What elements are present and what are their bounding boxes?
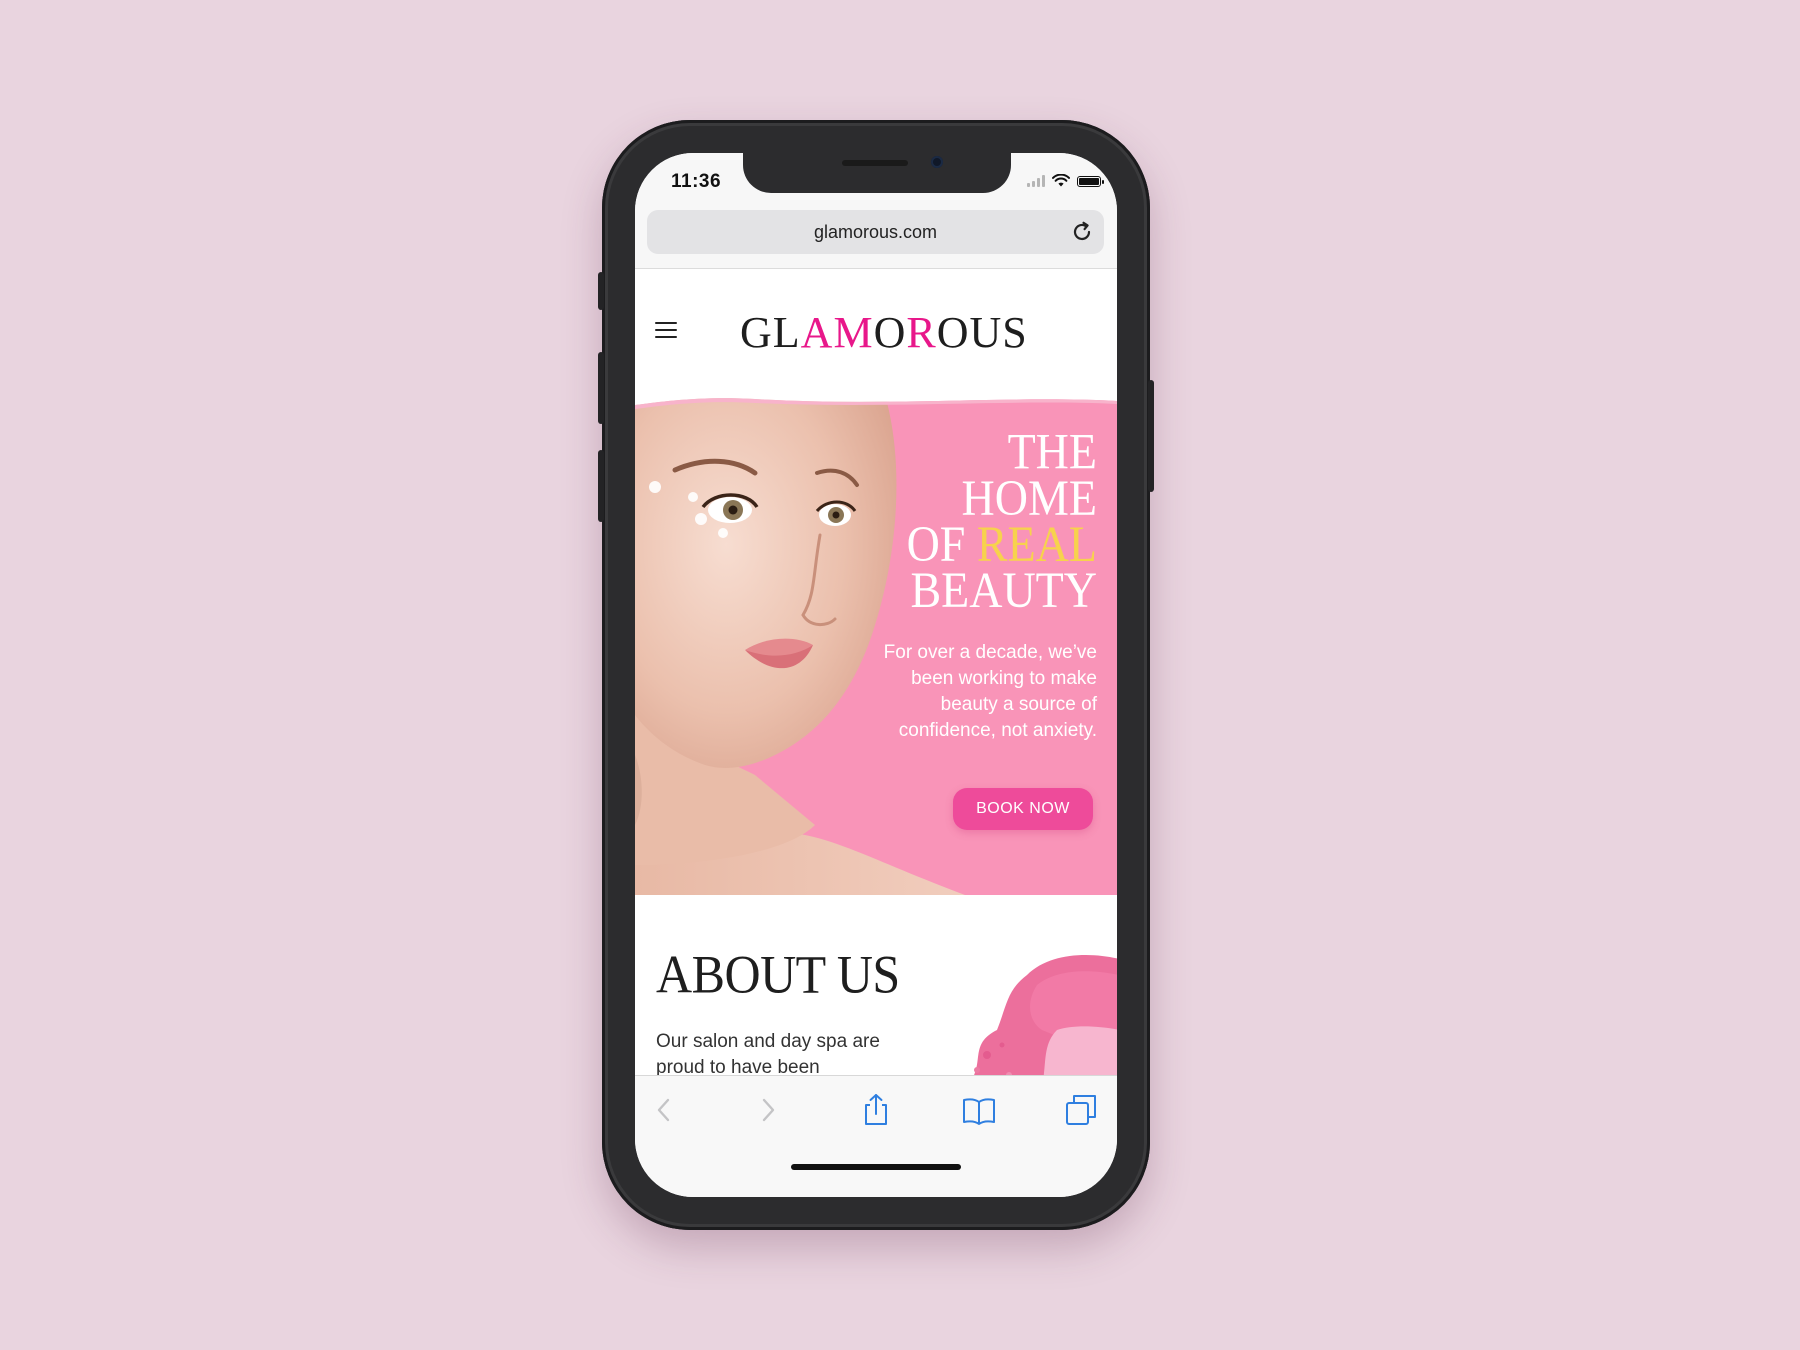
about-title: ABOUT US bbox=[656, 944, 900, 1005]
reload-icon[interactable] bbox=[1070, 220, 1094, 244]
share-icon[interactable] bbox=[858, 1092, 894, 1128]
phone-frame: 11:36 glamorous.com GLAMOROUS THE HOME O… bbox=[598, 120, 1154, 1230]
status-icons bbox=[1027, 173, 1104, 187]
volume-down-button bbox=[598, 450, 604, 522]
browser-address-area: glamorous.com bbox=[635, 208, 1117, 269]
chevron-right-icon[interactable] bbox=[750, 1092, 786, 1128]
front-camera bbox=[931, 156, 943, 168]
book-icon[interactable] bbox=[961, 1092, 997, 1128]
volume-up-button bbox=[598, 352, 604, 424]
blush-powder-image bbox=[973, 955, 1117, 1075]
tabs-icon[interactable] bbox=[1063, 1092, 1099, 1128]
phone-screen: 11:36 glamorous.com GLAMOROUS THE HOME O… bbox=[635, 153, 1117, 1197]
signal-icon bbox=[1027, 175, 1045, 187]
battery-level bbox=[1079, 178, 1099, 185]
speaker-grille bbox=[842, 160, 908, 166]
hero-headline: THE HOME OF REAL BEAUTY bbox=[906, 423, 1097, 619]
url-text[interactable]: glamorous.com bbox=[647, 222, 1104, 243]
site-logo[interactable]: GLAMOROUS bbox=[740, 307, 1028, 358]
book-now-button[interactable]: BOOK NOW bbox=[953, 788, 1093, 830]
hero-description: For over a decade, we’ve been working to… bbox=[883, 642, 1097, 741]
about-text: Our salon and day spa are proud to have … bbox=[656, 1031, 880, 1075]
status-time: 11:36 bbox=[671, 171, 722, 192]
power-button bbox=[1148, 380, 1154, 492]
silent-switch bbox=[598, 272, 604, 310]
hero-banner: THE HOME OF REAL BEAUTY For over a decad… bbox=[635, 395, 1117, 895]
about-section: ABOUT US Our salon and day spa are proud… bbox=[635, 895, 1117, 1075]
hero-wave-edge bbox=[635, 395, 1117, 409]
wifi-icon bbox=[1052, 174, 1070, 187]
browser-toolbar bbox=[635, 1075, 1117, 1197]
address-bar[interactable]: glamorous.com bbox=[647, 210, 1104, 254]
hamburger-menu-icon[interactable] bbox=[655, 322, 677, 338]
home-indicator[interactable] bbox=[791, 1164, 961, 1170]
chevron-left-icon[interactable] bbox=[647, 1092, 683, 1128]
notch bbox=[743, 153, 1011, 193]
battery-icon bbox=[1077, 176, 1104, 187]
site-header: GLAMOROUS bbox=[635, 269, 1117, 395]
